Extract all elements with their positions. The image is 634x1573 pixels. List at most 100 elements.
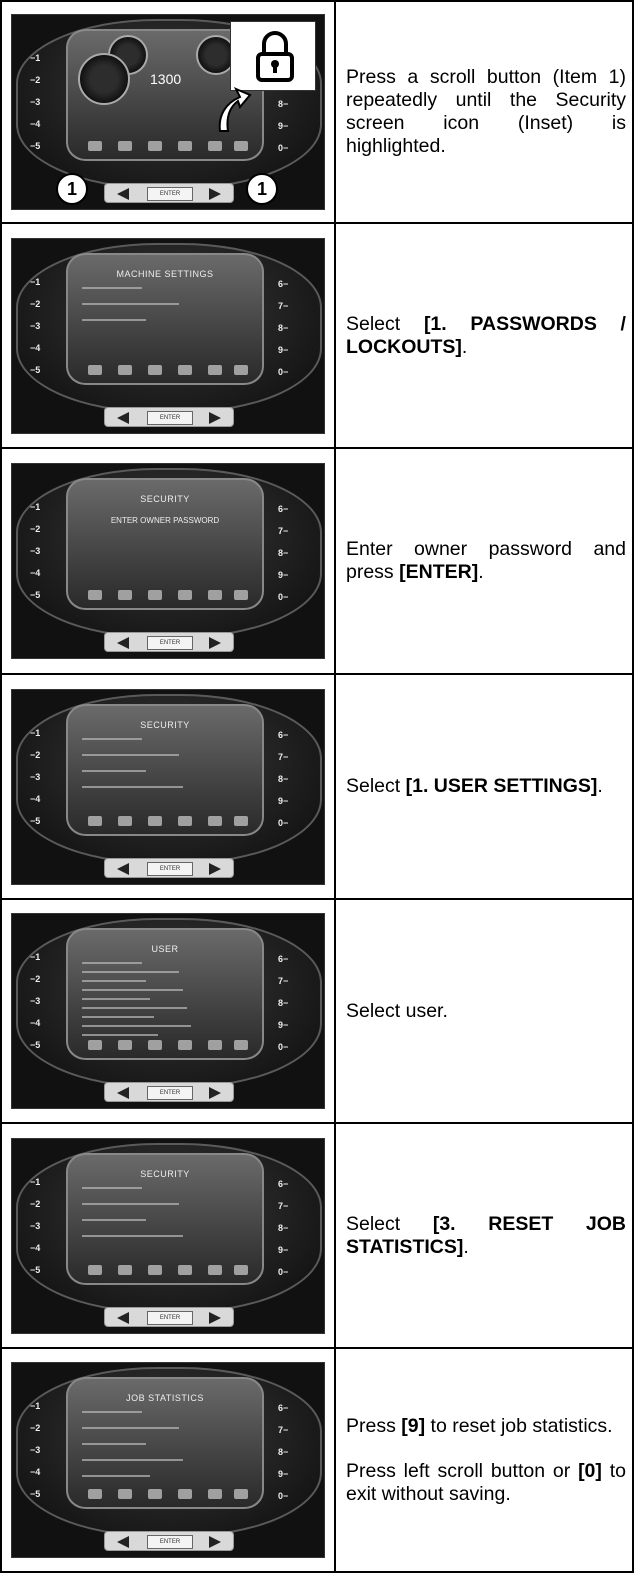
keypad-key-7: 7−: [278, 526, 289, 536]
screen-icon: [234, 590, 248, 600]
instruction-paragraph: Select [1. USER SETTINGS].: [346, 775, 626, 798]
control-panel-photo: −1 −2 −3 −4 −5 6− 7− 8− 9− 0− JOB STATISTICS ENTER: [11, 1362, 325, 1558]
keypad-key-7: 7−: [278, 751, 289, 762]
keypad-key-9: 9−: [278, 1469, 289, 1479]
screen-menu-line: [82, 769, 146, 772]
screen-icon: [118, 815, 132, 826]
screen-icon: [178, 1040, 192, 1050]
navigation-bar: ENTER: [104, 1306, 234, 1327]
instruction-emphasis: [9]: [401, 1414, 426, 1437]
right-arrow-icon: [209, 1536, 221, 1548]
keypad-key-3: −3: [30, 546, 41, 556]
step-image-cell: −1 −2 −3 −4 −5 6− 7− 8− 9− 0− MACHINE SETTINGS ENTE…: [0, 222, 336, 449]
keypad-key-4: −4: [30, 1242, 41, 1253]
instruction-paragraph: Press left scroll button or [0] to exit …: [346, 1460, 626, 1506]
screen-icon: [88, 1040, 102, 1050]
instruction-text: Press: [346, 1414, 402, 1437]
enter-button: ENTER: [147, 1310, 193, 1325]
rpm-readout: 1300: [150, 71, 182, 87]
screen-menu-line: [82, 1459, 183, 1461]
enter-button: ENTER: [147, 187, 193, 201]
step-image-cell: −1 −2 −3 −4 −5 6− 7− 8− 9− 0− JOB STATISTICS ENTER: [0, 1347, 336, 1573]
keypad-key-6: 6−: [278, 278, 289, 289]
display-screen: USER: [66, 928, 264, 1060]
keypad-key-5: −5: [30, 815, 41, 826]
display-screen: SECURITY: [66, 1152, 264, 1285]
instruction-paragraph: Enter owner password and press [ENTER].: [346, 538, 626, 584]
navigation-bar: ENTER: [104, 1531, 234, 1551]
keypad-key-2: −2: [30, 749, 41, 760]
right-keypad: 6− 7− 8− 9− 0−: [278, 279, 304, 389]
right-keypad: 6− 7− 8− 9− 0−: [278, 730, 304, 840]
step-image-cell: −1 −2 −3 −4 −5 6− 7− 8− 9− 0− SECURITY ENTER OWNER …: [0, 447, 336, 675]
keypad-key-5: −5: [30, 1040, 41, 1050]
left-arrow-icon: [117, 637, 129, 649]
curved-arrow-icon: [218, 87, 252, 132]
screen-menu-line: [82, 1218, 146, 1221]
screen-icon-row: [88, 814, 248, 828]
screen-icon: [118, 1040, 132, 1050]
keypad-key-2: −2: [30, 1423, 41, 1433]
keypad-key-8: 8−: [278, 1222, 289, 1233]
instruction-text: .: [597, 775, 603, 797]
screen-icon: [88, 1264, 102, 1275]
step-row: −1 −2 −3 −4 −5 6− 7− 8− 9− 0− SECURITY ENTER Select …: [0, 673, 634, 900]
screen-icon-row: [88, 139, 248, 153]
screen-menu-line: [82, 971, 179, 973]
step-image-cell: −1 −2 −3 −4 −5 6− 7− 8− 9− 0− USER ENTER: [0, 898, 336, 1124]
display-screen: SECURITY: [66, 703, 264, 836]
screen-icon: [88, 364, 102, 375]
keypad-key-0: 0−: [278, 143, 289, 153]
step-row: −1 −2 −3 −4 −5 6− 7− 8− 9− 0− SECURITY ENTER Select …: [0, 1122, 634, 1349]
keypad-key-9: 9−: [278, 344, 289, 355]
navigation-bar: ENTER: [104, 1082, 234, 1102]
screen-prompt: ENTER OWNER PASSWORD: [110, 516, 220, 525]
screen-menu-line: [82, 1034, 158, 1036]
enter-button: ENTER: [147, 1086, 193, 1100]
display-screen: JOB STATISTICS: [66, 1377, 264, 1509]
keypad-key-1: −1: [30, 727, 41, 738]
keypad-key-2: −2: [30, 75, 41, 85]
keypad-key-0: 0−: [278, 1491, 289, 1501]
screen-icon: [208, 1489, 222, 1499]
screen-icon: [208, 1040, 222, 1050]
keypad-key-1: −1: [30, 1401, 41, 1411]
enter-button: ENTER: [147, 1535, 193, 1549]
instruction-text: Press left scroll button or: [346, 1459, 579, 1482]
keypad-key-0: 0−: [278, 817, 289, 828]
screen-icon: [118, 590, 132, 600]
keypad-key-8: 8−: [278, 99, 289, 109]
instruction-text: Select: [346, 312, 424, 335]
keypad-key-3: −3: [30, 1220, 41, 1231]
screen-icon: [88, 141, 102, 151]
screen-icon-row: [88, 1263, 248, 1277]
keypad-key-1: −1: [30, 276, 41, 287]
screen-menu-line: [82, 1234, 183, 1237]
instruction-emphasis: [ENTER]: [399, 561, 479, 583]
left-keypad: −1 −2 −3 −4 −5: [30, 277, 60, 387]
screen-icon: [118, 141, 132, 151]
screen-title: MACHINE SETTINGS: [116, 268, 214, 279]
step-instruction: Select user.: [334, 898, 634, 1124]
security-icon-inset: [230, 21, 316, 91]
screen-icon: [234, 141, 248, 151]
instruction-paragraph: Press [9] to reset job statistics.: [346, 1415, 626, 1438]
keypad-key-7: 7−: [278, 976, 289, 986]
left-arrow-icon: [117, 1536, 129, 1548]
navigation-bar: ENTER: [104, 632, 234, 652]
keypad-key-4: −4: [30, 568, 41, 578]
enter-button: ENTER: [147, 410, 193, 425]
screen-icon: [148, 590, 162, 600]
screen-icon: [234, 815, 248, 826]
screen-icon: [208, 815, 222, 826]
screen-title: SECURITY: [140, 1168, 190, 1179]
keypad-key-1: −1: [30, 1176, 41, 1187]
screen-icon: [178, 364, 192, 375]
left-keypad: −1 −2 −3 −4 −5: [30, 1177, 60, 1287]
right-arrow-icon: [209, 637, 221, 649]
keypad-key-8: 8−: [278, 322, 289, 333]
step-row: −1 −2 −3 −4 −5 6− 7− 8− 9− 0− USER ENTER Select user…: [0, 898, 634, 1124]
screen-title: SECURITY: [140, 719, 190, 730]
step-instruction: Select [1. PASSWORDS / LOCKOUTS].: [334, 222, 634, 449]
screen-menu-line: [82, 962, 142, 964]
